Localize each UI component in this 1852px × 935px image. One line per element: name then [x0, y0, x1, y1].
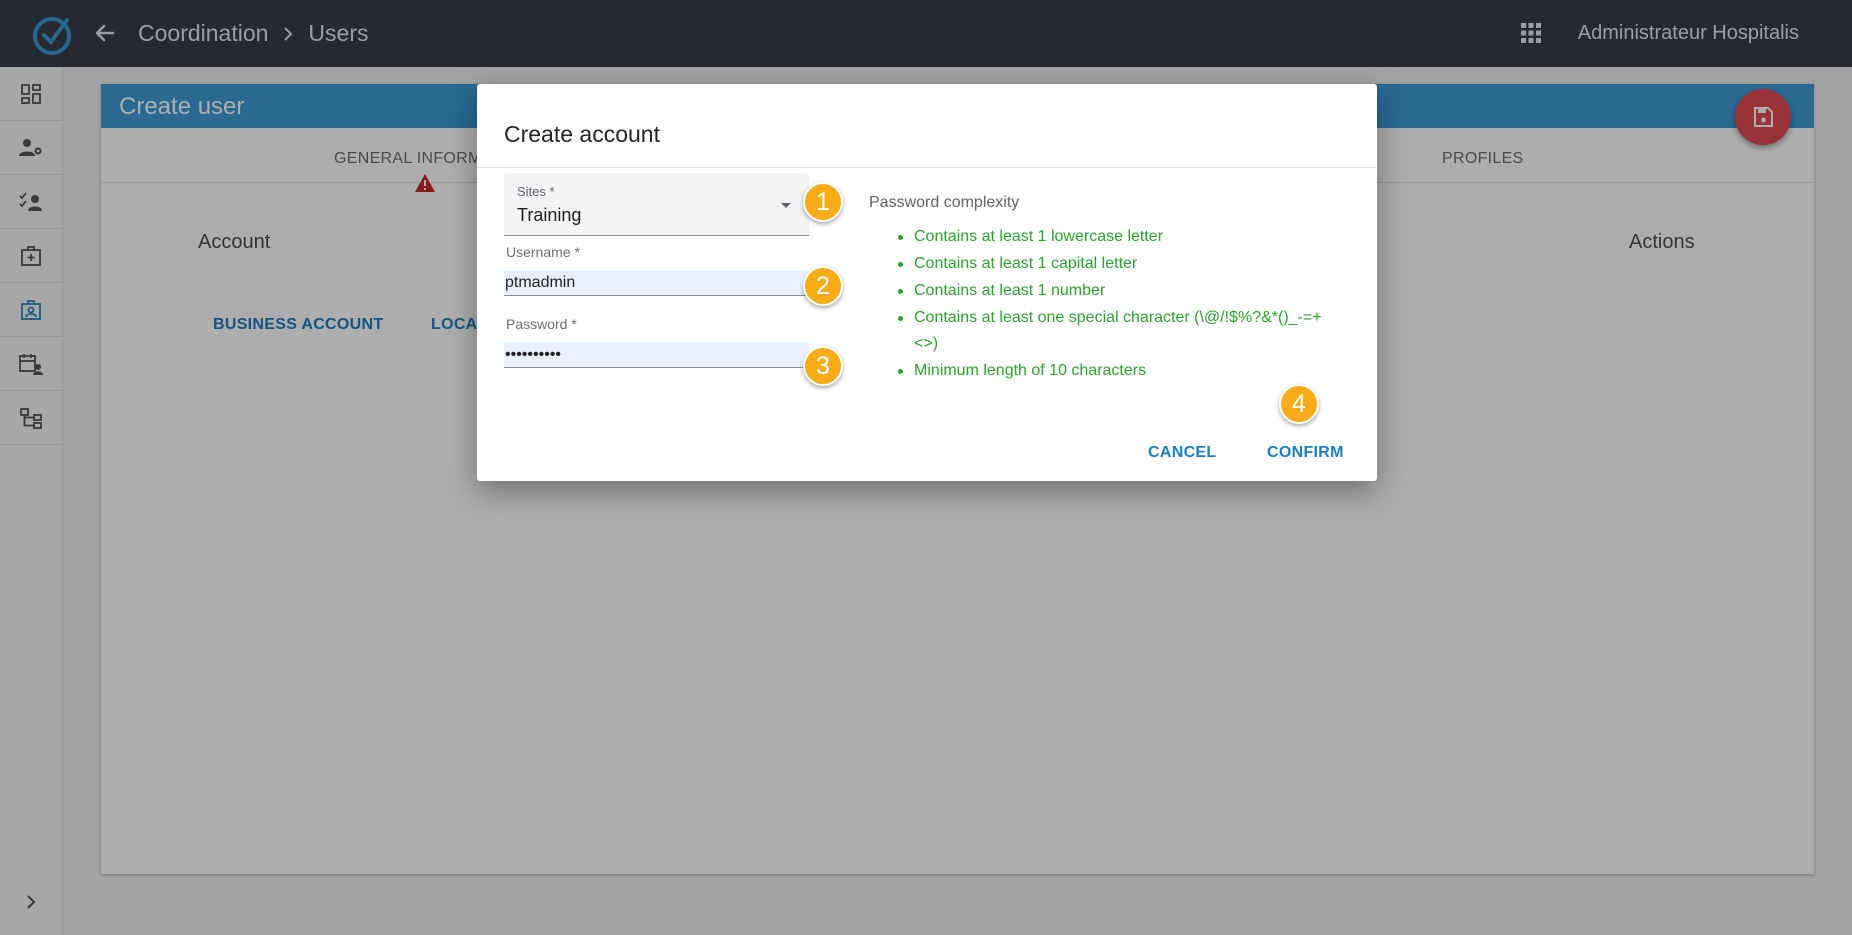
sites-value: Training	[517, 205, 582, 225]
username-label: Username *	[506, 244, 580, 260]
password-rules-list: Contains at least 1 lowercase letter Con…	[869, 224, 1339, 385]
username-input[interactable]	[504, 270, 809, 296]
cancel-button[interactable]: CANCEL	[1148, 444, 1216, 462]
step-badge-2: 2	[803, 266, 843, 306]
rule-number: Contains at least 1 number	[869, 278, 1339, 304]
step-badge-3: 3	[803, 346, 843, 386]
step-badge-4: 4	[1279, 384, 1319, 424]
dialog-divider	[477, 167, 1377, 168]
dialog-title: Create account	[504, 121, 660, 147]
password-label: Password *	[506, 316, 577, 332]
password-complexity-title: Password complexity	[869, 194, 1020, 211]
rule-min-length: Minimum length of 10 characters	[869, 358, 1339, 384]
rule-lowercase: Contains at least 1 lowercase letter	[869, 224, 1339, 250]
sites-label: Sites *	[517, 184, 555, 199]
rule-capital: Contains at least 1 capital letter	[869, 251, 1339, 277]
confirm-button[interactable]: CONFIRM	[1267, 444, 1344, 462]
rule-special-character: Contains at least one special character …	[869, 305, 1339, 357]
sites-select[interactable]: Sites * Training	[504, 173, 809, 236]
password-input[interactable]	[504, 342, 809, 368]
dropdown-arrow-icon	[781, 203, 791, 208]
create-account-dialog: Create account Sites * Training Username…	[477, 84, 1377, 481]
step-badge-1: 1	[803, 182, 843, 222]
